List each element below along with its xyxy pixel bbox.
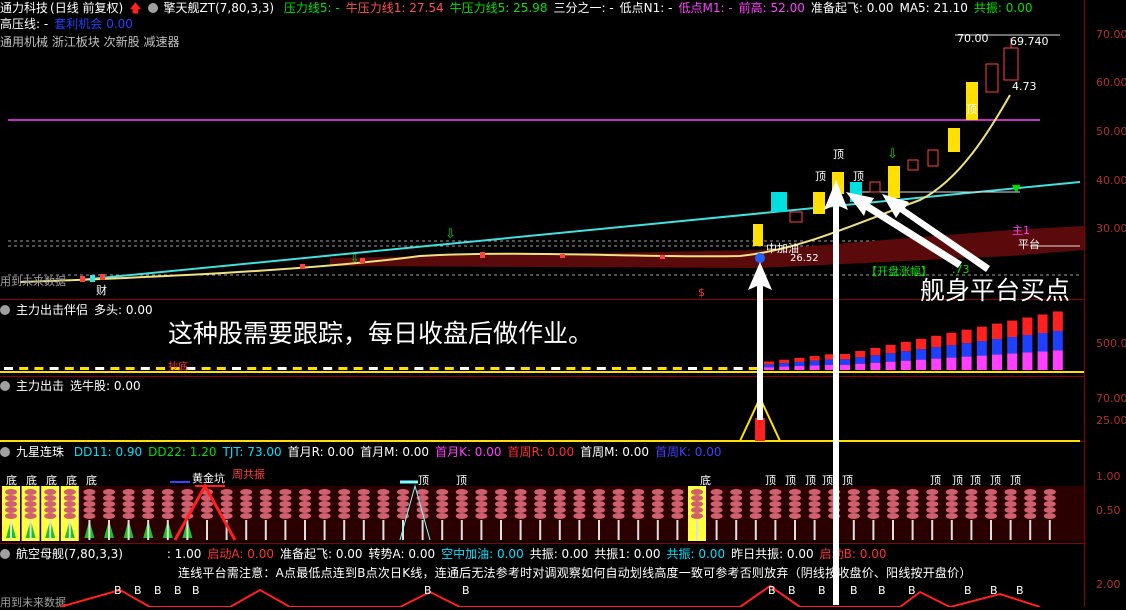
tracking-annotation: 这种股需要跟踪，每日收盘后做作业。 [168,319,594,348]
buy-point-annotation: 舰身平台买点 [920,276,1071,305]
